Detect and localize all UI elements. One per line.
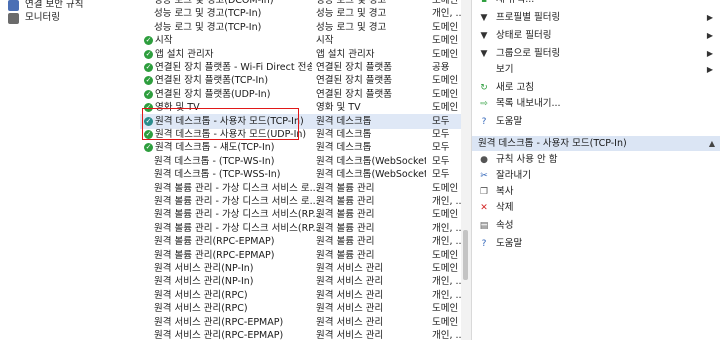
rule-name: 원격 볼륨 관리 - 가상 디스크 서비스 로... [154,196,319,207]
enabled-check-icon: ✓ [144,130,153,139]
action-label: 속성 [496,220,514,231]
tree-item-monitoring[interactable]: 모니터링 [8,11,60,25]
rule-profile-cell: 개인, ... [432,330,461,340]
filter-icon: ▼ [480,31,488,41]
properties-icon: ▤ [479,221,489,231]
scrollbar-thumb[interactable] [463,230,468,280]
rule-name: 원격 서비스 관리(RPC-EPMAP) [154,330,284,340]
inbound-rules-list: 성능 로그 및 경고(DCOM-In) 성능 로그 및 경고 도메인 성능 로그 및 … [140,0,461,340]
submenu-arrow-icon: ▶ [706,49,713,58]
rule-name: 원격 서비스 관리(NP-In) [154,276,254,288]
action-item[interactable]: 보기 ▶ [472,62,720,78]
cut-icon: ✂ [480,171,488,181]
action-item[interactable]: ❐ 복사 [472,184,720,200]
delete-icon: ✕ [480,203,488,213]
enabled-check-icon: ✓ [144,89,153,99]
rule-name: 성능 로그 및 경고(TCP-In) [154,21,262,33]
action-label: 새 규칙... [496,0,534,8]
action-label: 보기 [496,64,514,75]
action-item[interactable]: ▪ 새 규칙... [472,0,720,8]
submenu-arrow-icon: ▶ [706,31,713,40]
action-label: 삭제 [496,202,514,213]
actions-pane: 원격 데스크톱 - 사용자 모드(TCP-In) ▲ ▪ 새 규칙... ▼ 프로필별… [471,0,720,340]
monitoring-icon [8,12,19,24]
connection-security-icon [8,0,19,11]
action-label: 프로필별 필터링 [496,12,561,23]
export-icon: ⇨ [480,99,488,109]
action-label: 상태로 필터링 [496,30,552,41]
rule-name: 원격 서비스 관리(RPC) [154,289,248,301]
action-item[interactable]: ✕ 삭제 [472,200,720,216]
rule-name: 원격 데스크톱 - 사용자 모드(TCP-In) [155,115,304,127]
rule-group-cell: 원격 서비스 관리 [316,330,384,340]
rule-name: 원격 서비스 관리(RPC) [154,303,248,315]
tree-item-label: 모니터링 [25,12,60,23]
rule-name: 원격 데스크톱 - 섀도(TCP-In) [155,142,275,154]
rule-name-cell: 원격 서비스 관리(RPC-EPMAP) [154,328,322,340]
enabled-check-icon: ✓ [144,76,153,86]
rule-name: 원격 볼륨 관리 - 가상 디스크 서비스(RP... [154,209,322,221]
rule-name: 연결된 장치 플랫폼(TCP-In) [155,75,269,87]
rule-name: 연결된 장치 플랫폼 - Wi-Fi Direct 전송(... [155,62,312,73]
action-item[interactable]: ▼ 상태로 필터링 ▶ [472,28,720,44]
refresh-icon: ↻ [480,83,488,93]
action-label: 규칙 사용 안 함 [496,154,558,165]
rule-name: 원격 볼륨 관리 - 가상 디스크 서비스 로... [154,182,319,194]
rule-name: 원격 볼륨 관리(RPC-EPMAP) [154,236,275,248]
action-item[interactable]: ↻ 새로 고침 [472,80,720,96]
vertical-scrollbar[interactable] [461,0,471,340]
action-item[interactable]: ▼ 프로필별 필터링 ▶ [472,10,720,26]
action-label: 목록 내보내기... [496,98,561,109]
enabled-check-icon: ✓ [144,49,153,59]
submenu-arrow-icon: ▶ [706,65,713,74]
action-label: 도움말 [496,116,523,127]
rule-name: 원격 서비스 관리(RPC-EPMAP) [154,316,284,328]
help-icon: ? [481,239,487,249]
filter-icon: ▼ [480,49,488,59]
action-item[interactable]: ▼ 그룹으로 필터링 ▶ [472,46,720,62]
enabled-check-icon: ✓ [144,63,153,72]
action-label: 복사 [496,186,514,197]
rule-name: 앱 설치 관리자 [155,48,214,60]
help-icon: ? [481,117,487,127]
new-rule-icon: ▪ [480,0,488,5]
enabled-check-icon: ✓ [144,103,153,113]
action-item[interactable]: ▤ 속성 [472,218,720,234]
rule-name: 연결된 장치 플랫폼(UDP-In) [155,88,271,100]
action-item[interactable]: ✂ 잘라내기 [472,168,720,184]
action-label: 잘라내기 [496,170,531,181]
table-row[interactable]: 원격 서비스 관리(RPC-EPMAP) 원격 서비스 관리 개인, ... [140,328,461,340]
enabled-check-icon: ✓ [144,143,153,153]
rule-name: 영화 및 TV [155,102,200,114]
section-title: 원격 데스크톱 - 사용자 모드(TCP-In) [478,138,627,149]
action-label: 도움말 [496,238,523,249]
action-label: 새로 고침 [496,82,534,93]
rule-name: 성능 로그 및 경고(DCOM-In) [154,0,274,6]
rule-name: 원격 볼륨 관리 - 가상 디스크 서비스(RP... [154,222,322,234]
enabled-check-icon: ✓ [144,36,153,46]
rule-name: 원격 데스크톱 - (TCP-WS-In) [154,155,275,167]
filter-icon: ▼ [480,13,488,23]
rule-name: 원격 데스크톱 - 사용자 모드(UDP-In) [155,129,307,140]
collapse-caret-icon[interactable]: ▲ [709,136,715,151]
action-item[interactable]: ● 규칙 사용 안 함 [472,152,720,168]
navigation-tree: 연결 보안 규칙 모니터링 [0,0,140,340]
rule-name: 원격 서비스 관리(NP-In) [154,263,254,274]
action-item[interactable]: ⇨ 목록 내보내기... [472,96,720,112]
action-item[interactable]: ? 도움말 [472,114,720,130]
action-label: 그룹으로 필터링 [496,48,561,59]
rule-name: 원격 데스크톱 - (TCP-WSS-In) [154,169,281,181]
disable-rule-icon: ● [480,155,488,165]
rule-name: 성능 로그 및 경고(TCP-In) [154,8,262,20]
copy-icon: ❐ [479,187,489,197]
enabled-check-icon: ✓ [144,116,153,126]
rule-name: 시작 [155,35,173,47]
rule-name: 원격 볼륨 관리(RPC-EPMAP) [154,249,275,261]
action-item[interactable]: ? 도움말 [472,236,720,252]
actions-section-header[interactable]: 원격 데스크톱 - 사용자 모드(TCP-In) ▲ [472,136,720,151]
submenu-arrow-icon: ▶ [706,13,713,22]
